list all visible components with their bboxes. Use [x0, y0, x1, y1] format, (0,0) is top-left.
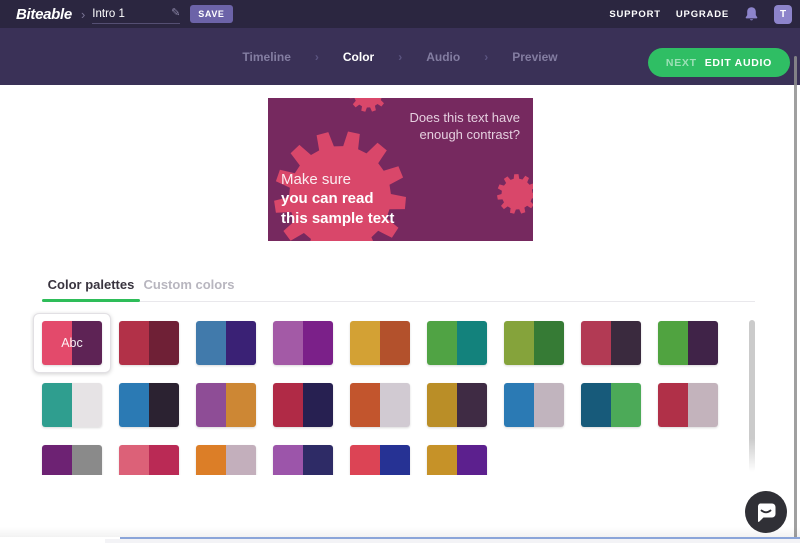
palette-swatch[interactable] — [427, 445, 487, 475]
step-chevron-icon: › — [484, 49, 489, 64]
upgrade-link[interactable]: UPGRADE — [676, 9, 729, 20]
save-button[interactable]: SAVE — [190, 5, 233, 23]
palette-swatch[interactable] — [658, 321, 718, 365]
palette-swatch[interactable] — [427, 383, 487, 427]
active-tab-underline — [42, 299, 140, 302]
next-action-label: EDIT AUDIO — [704, 56, 772, 69]
palette-swatch[interactable] — [42, 445, 102, 475]
palette-swatch[interactable] — [504, 383, 564, 427]
swatch-sample-text: Abc — [61, 336, 83, 350]
palette-swatch[interactable] — [658, 383, 718, 427]
palette-swatch[interactable] — [504, 321, 564, 365]
palette-swatch[interactable] — [273, 383, 333, 427]
palette-swatch[interactable] — [119, 321, 179, 365]
top-bar: Biteable › ✎ SAVE SUPPORT UPGRADE T — [0, 0, 800, 28]
notification-bell-icon[interactable] — [744, 6, 759, 22]
palette-tabs: Color palettes Custom colors — [42, 277, 238, 292]
project-name-input[interactable] — [92, 7, 172, 20]
tab-color-palettes[interactable]: Color palettes — [42, 277, 140, 292]
edit-pencil-icon[interactable]: ✎ — [171, 8, 180, 19]
step-audio[interactable]: Audio — [426, 50, 460, 64]
bottom-shadow — [0, 527, 800, 537]
page-scrollbar[interactable] — [794, 56, 797, 539]
step-preview[interactable]: Preview — [512, 50, 557, 64]
user-avatar[interactable]: T — [774, 4, 792, 24]
next-prefix-label: NEXT — [665, 56, 697, 69]
palette-scroll-area[interactable]: Abc — [30, 305, 755, 475]
palette-swatch[interactable] — [196, 383, 256, 427]
steps-bar: Timeline › Color › Audio › Preview NEXT … — [0, 28, 800, 85]
palette-swatch[interactable] — [42, 383, 102, 427]
palette-swatch[interactable] — [273, 445, 333, 475]
chat-bubble-icon — [757, 503, 776, 522]
palette-swatch[interactable] — [350, 383, 410, 427]
breadcrumb-chevron-icon: › — [80, 6, 86, 22]
palette-swatch[interactable] — [196, 445, 256, 475]
preview-question-text: Does this text have enough contrast? — [409, 110, 520, 142]
project-name-wrap: ✎ — [92, 4, 181, 24]
palette-swatch[interactable] — [119, 383, 179, 427]
wizard-steps: Timeline › Color › Audio › Preview — [242, 28, 557, 85]
step-timeline[interactable]: Timeline — [242, 50, 290, 64]
palette-swatch[interactable] — [581, 321, 641, 365]
palette-swatch[interactable] — [273, 321, 333, 365]
palette-swatch[interactable] — [196, 321, 256, 365]
tabs-divider — [42, 301, 755, 302]
palette-swatch[interactable] — [581, 383, 641, 427]
chat-launcher-button[interactable] — [745, 491, 787, 533]
step-chevron-icon: › — [398, 49, 403, 64]
video-preview[interactable]: Does this text have enough contrast? Mak… — [268, 98, 533, 241]
palette-swatch[interactable] — [350, 445, 410, 475]
preview-sample-text: Make sure you can read this sample text — [281, 170, 395, 227]
palette-swatch[interactable] — [427, 321, 487, 365]
biteable-logo[interactable]: Biteable — [16, 6, 72, 23]
palette-swatch[interactable] — [119, 445, 179, 475]
bottom-panel-strip — [105, 539, 800, 543]
palette-swatch[interactable] — [350, 321, 410, 365]
palette-grid: Abc — [33, 313, 718, 475]
step-chevron-icon: › — [314, 49, 319, 64]
step-color[interactable]: Color — [343, 50, 374, 64]
palette-swatch[interactable]: Abc — [33, 313, 111, 373]
tab-custom-colors[interactable]: Custom colors — [140, 277, 238, 292]
topbar-right: SUPPORT UPGRADE T — [609, 4, 792, 24]
palette-scrollbar-thumb[interactable] — [749, 320, 755, 472]
support-link[interactable]: SUPPORT — [609, 9, 661, 20]
next-edit-audio-button[interactable]: NEXT EDIT AUDIO — [647, 48, 790, 77]
